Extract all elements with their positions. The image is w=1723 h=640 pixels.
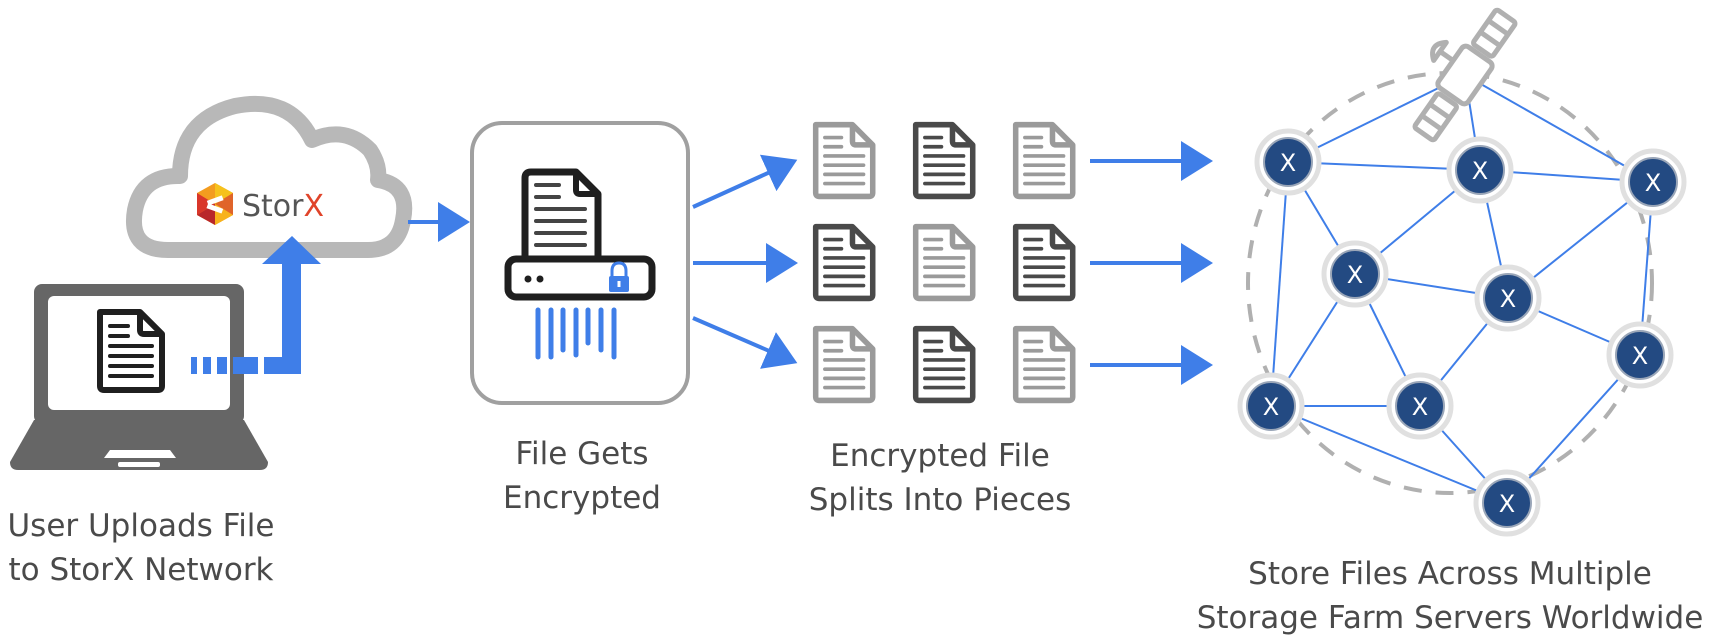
file-piece-icon <box>1016 227 1073 299</box>
file-piece-icon <box>916 125 973 197</box>
caption-encrypt: File Gets Encrypted <box>503 436 661 516</box>
node-label: X <box>1499 490 1515 518</box>
node-label: X <box>1347 261 1363 289</box>
node-label: X <box>1263 393 1279 421</box>
arrow-to-row-1 <box>692 154 798 209</box>
server-node: X <box>1237 372 1305 440</box>
satellite-icon <box>1412 7 1518 143</box>
arrow-to-row-3 <box>692 316 798 369</box>
file-piece-icon <box>816 227 873 299</box>
node-label: X <box>1280 149 1296 177</box>
cloud-icon <box>126 95 413 258</box>
file-piece-icon <box>916 329 973 401</box>
file-piece-icon <box>1016 329 1073 401</box>
caption-upload: User Uploads File to StorX Network <box>7 508 275 588</box>
file-piece-icon <box>816 125 873 197</box>
server-node: X <box>1254 128 1322 196</box>
node-label: X <box>1412 393 1428 421</box>
server-node: X <box>1446 136 1514 204</box>
storx-wordmark: StorX <box>242 189 324 224</box>
pieces-grid <box>816 125 1073 401</box>
node-label: X <box>1500 285 1516 313</box>
node-label: X <box>1632 342 1648 370</box>
caption-split: Encrypted File Splits Into Pieces <box>808 438 1072 518</box>
server-node: X <box>1321 240 1389 308</box>
server-node: X <box>1473 469 1541 537</box>
caption-store: Store Files Across Multiple Storage Farm… <box>1196 556 1704 636</box>
server-node: X <box>1474 264 1542 332</box>
node-label: X <box>1645 169 1661 197</box>
server-node: X <box>1386 372 1454 440</box>
server-node: X <box>1619 148 1687 216</box>
node-label: X <box>1472 157 1488 185</box>
file-piece-icon <box>816 329 873 401</box>
document-icon <box>100 312 162 390</box>
network-link <box>1270 405 1508 504</box>
network-link <box>1270 161 1289 407</box>
server-node: X <box>1606 321 1674 389</box>
file-piece-icon <box>916 227 973 299</box>
file-piece-icon <box>1016 125 1073 197</box>
